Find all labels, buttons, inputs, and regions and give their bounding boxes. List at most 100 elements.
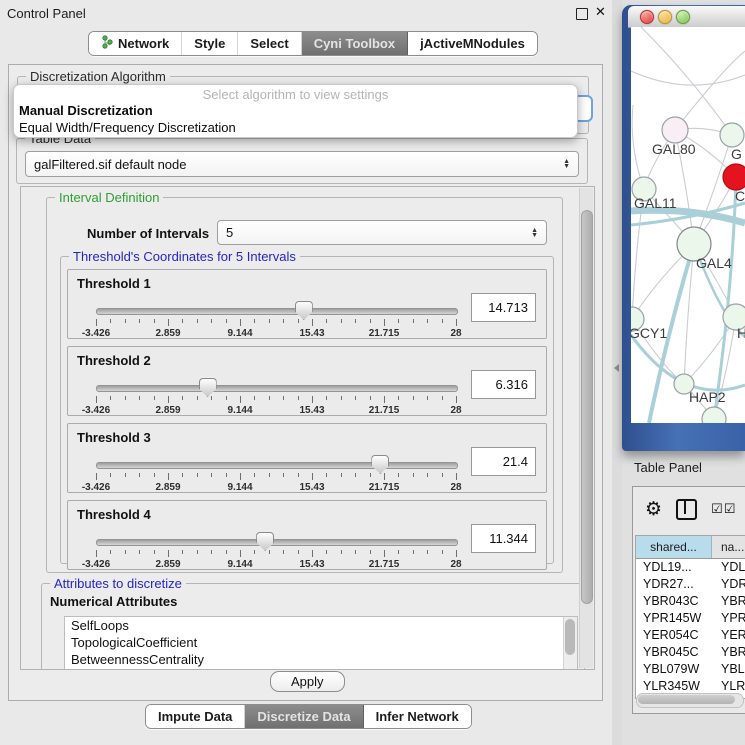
scrollbar-thumb[interactable] bbox=[638, 695, 735, 704]
node-attribute-table[interactable]: shared... na... YDL19...YDL1YDR27...YDR2… bbox=[635, 535, 745, 699]
cell-shared-name[interactable]: YBR043C bbox=[636, 593, 712, 610]
threshold-panel-3: Threshold 3-3.4262.8599.14415.4321.71528… bbox=[67, 423, 547, 493]
network-window-titlebar[interactable] bbox=[628, 6, 745, 28]
slider-track[interactable] bbox=[96, 308, 458, 315]
cell-shared-name[interactable]: YBR045C bbox=[636, 644, 712, 661]
float-window-icon[interactable] bbox=[576, 8, 588, 20]
slider-track[interactable] bbox=[96, 385, 458, 392]
settings-scrollbar-thumb[interactable] bbox=[581, 210, 593, 604]
attribute-list-item[interactable]: TopologicalCoefficient bbox=[65, 634, 577, 651]
slider-tick bbox=[110, 473, 111, 477]
table-row[interactable]: YDL19...YDL1 bbox=[636, 559, 745, 576]
table-row[interactable]: YBL079WYBL0 bbox=[636, 661, 745, 678]
slider-tick bbox=[384, 396, 385, 403]
dropdown-option-equal-width-frequency[interactable]: Equal Width/Frequency Discretization bbox=[14, 120, 577, 137]
cell-shared-name[interactable]: YBL079W bbox=[636, 661, 712, 678]
column-header-shared-name[interactable]: shared... bbox=[636, 536, 712, 558]
slider-track[interactable] bbox=[96, 462, 458, 469]
attributes-group: Attributes to discretize Numerical Attri… bbox=[41, 583, 585, 670]
slider-tick-label: 9.144 bbox=[215, 482, 265, 493]
threshold-value-field[interactable]: 14.713 bbox=[471, 293, 536, 322]
number-of-intervals-combobox[interactable]: 5 ▲▼ bbox=[217, 220, 547, 245]
table-row[interactable]: YER054CYER0 bbox=[636, 627, 745, 644]
slider-tick-label: 28 bbox=[431, 559, 481, 570]
tab-label: Network bbox=[118, 36, 169, 51]
threshold-slider[interactable]: -3.4262.8599.14415.4321.71528 bbox=[88, 454, 466, 492]
threshold-value-field[interactable]: 6.316 bbox=[471, 370, 536, 399]
close-traffic-light-icon[interactable] bbox=[640, 10, 654, 24]
threshold-slider[interactable]: -3.4262.8599.14415.4321.71528 bbox=[88, 377, 466, 415]
threshold-value-field[interactable]: 21.4 bbox=[471, 447, 536, 476]
cell-shared-name[interactable]: YER054C bbox=[636, 627, 712, 644]
table-row[interactable]: YPR145WYPR1 bbox=[636, 610, 745, 627]
cell-shared-name[interactable]: YPR145W bbox=[636, 610, 712, 627]
cell-name[interactable]: YBR0 bbox=[712, 593, 745, 610]
threshold-slider[interactable]: -3.4262.8599.14415.4321.71528 bbox=[88, 531, 466, 569]
slider-tick bbox=[240, 319, 241, 326]
threshold-slider[interactable]: -3.4262.8599.14415.4321.71528 bbox=[88, 300, 466, 338]
column-header-name[interactable]: na... bbox=[712, 536, 745, 558]
table-rows: YDL19...YDL1YDR27...YDR2YBR043CYBR0YPR14… bbox=[636, 559, 745, 699]
slider-tick-label: 15.43 bbox=[287, 482, 337, 493]
slider-tick bbox=[341, 319, 342, 323]
zoom-traffic-light-icon[interactable] bbox=[676, 10, 690, 24]
tab-cyni-toolbox[interactable]: Cyni Toolbox bbox=[302, 32, 408, 55]
network-node-selected-red[interactable] bbox=[723, 164, 745, 190]
table-row[interactable]: YBR045CYBR0 bbox=[636, 644, 745, 661]
slider-track[interactable] bbox=[96, 539, 458, 546]
tab-discretize-data[interactable]: Discretize Data bbox=[245, 705, 363, 728]
numerical-attributes-list[interactable]: SelfLoopsTopologicalCoefficientBetweenne… bbox=[64, 616, 578, 670]
table-row[interactable]: YBR043CYBR0 bbox=[636, 593, 745, 610]
slider-thumb[interactable] bbox=[371, 455, 389, 474]
cell-shared-name[interactable]: YDL19... bbox=[636, 559, 712, 576]
tab-network[interactable]: Network bbox=[89, 32, 182, 55]
slider-thumb[interactable] bbox=[295, 301, 313, 320]
select-columns-icon[interactable]: ☑☑ bbox=[711, 501, 736, 517]
gear-icon[interactable]: ⚙ bbox=[645, 498, 662, 521]
apply-button[interactable]: Apply bbox=[270, 671, 345, 692]
attribute-list-item[interactable]: SelfLoops bbox=[65, 617, 577, 634]
tab-infer-network[interactable]: Infer Network bbox=[364, 705, 471, 728]
minimize-traffic-light-icon[interactable] bbox=[658, 10, 672, 24]
settings-scrollbar[interactable] bbox=[579, 188, 593, 668]
tab-select[interactable]: Select bbox=[238, 32, 301, 55]
threshold-label: Threshold 1 bbox=[77, 276, 151, 291]
list-scrollbar-thumb[interactable] bbox=[565, 619, 575, 655]
window-title: Control Panel bbox=[7, 6, 86, 21]
table-panel-toolbar: ⚙ ☑☑ bbox=[633, 487, 745, 531]
slider-tick bbox=[442, 319, 443, 323]
splitter-collapse-icon[interactable] bbox=[614, 364, 619, 372]
threshold-value-field[interactable]: 11.344 bbox=[471, 524, 536, 553]
slider-thumb[interactable] bbox=[199, 378, 217, 397]
cell-name[interactable]: YER0 bbox=[712, 627, 745, 644]
tab-impute-data[interactable]: Impute Data bbox=[146, 705, 245, 728]
cell-shared-name[interactable]: YDR27... bbox=[636, 576, 712, 593]
cell-name[interactable]: YPR1 bbox=[712, 610, 745, 627]
close-icon[interactable]: ✕ bbox=[595, 4, 606, 20]
dropdown-placeholder-option: Select algorithm to view settings bbox=[14, 87, 577, 103]
slider-tick bbox=[427, 319, 428, 323]
network-node-gal80[interactable] bbox=[662, 117, 688, 143]
list-scrollbar[interactable] bbox=[563, 617, 577, 670]
network-node[interactable] bbox=[720, 123, 744, 147]
cell-name[interactable]: YDR2 bbox=[712, 576, 745, 593]
slider-tick bbox=[226, 396, 227, 400]
slider-tick bbox=[154, 550, 155, 554]
slider-thumb[interactable] bbox=[256, 532, 274, 551]
panel-splitter[interactable] bbox=[612, 0, 622, 745]
cell-name[interactable]: YDL1 bbox=[712, 559, 745, 576]
tab-jactivemnodules[interactable]: jActiveMNodules bbox=[408, 32, 537, 55]
dropdown-option-manual-discretization[interactable]: Manual Discretization bbox=[14, 103, 577, 120]
network-canvas[interactable]: GAL80 G C GAL11 GAL4 GCY1 H HAP2 bbox=[631, 27, 745, 423]
column-split-icon[interactable] bbox=[676, 499, 697, 520]
slider-tick bbox=[355, 550, 356, 554]
slider-tick bbox=[240, 550, 241, 557]
cell-name[interactable]: YBR0 bbox=[712, 644, 745, 661]
table-row[interactable]: YDR27...YDR2 bbox=[636, 576, 745, 593]
table-horizontal-scrollbar[interactable] bbox=[636, 693, 744, 708]
slider-tick bbox=[341, 396, 342, 400]
cell-name[interactable]: YBL0 bbox=[712, 661, 745, 678]
tab-style[interactable]: Style bbox=[182, 32, 238, 55]
table-data-combobox[interactable]: galFiltered.sif default node ▲▼ bbox=[25, 151, 579, 177]
attribute-list-item[interactable]: BetweennessCentrality bbox=[65, 651, 577, 668]
